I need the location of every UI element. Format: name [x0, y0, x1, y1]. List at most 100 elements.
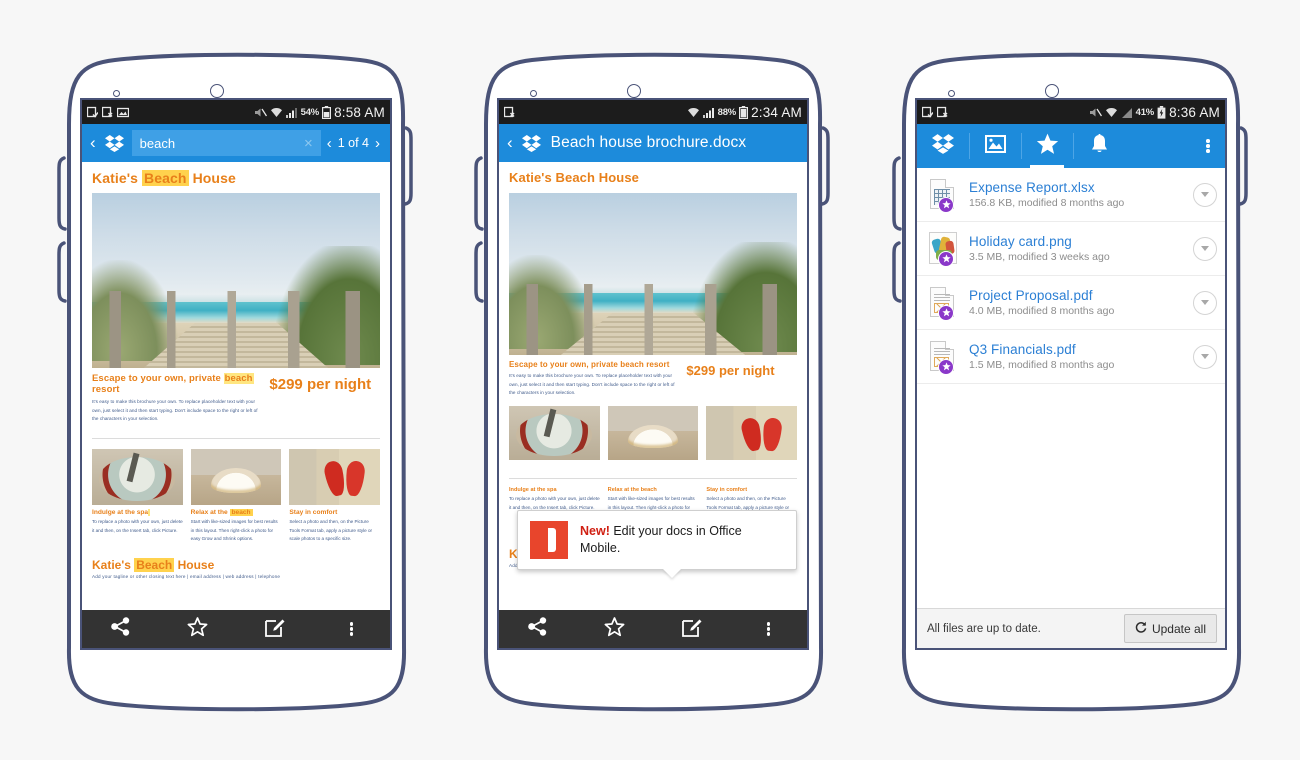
document-page: Katie's Beach House Escape to your own, … — [499, 162, 807, 568]
file-name[interactable]: Expense Report.xlsx — [969, 180, 1193, 195]
file-name[interactable]: Holiday card.png — [969, 234, 1193, 249]
feature-card-heading: Stay in comfort — [706, 487, 748, 494]
battery-icon — [322, 105, 332, 119]
footer-highlight: Beach — [134, 557, 175, 572]
document-viewport[interactable]: Katie's Beach House Escape to your own, … — [82, 162, 390, 610]
favorite-button[interactable] — [576, 616, 653, 642]
signal-icon — [702, 107, 715, 118]
screenshot-stage: 54% 8:58 AM ‹ beach × ‹ 1 of 4 › Katie's… — [0, 0, 1300, 760]
pdf-file-icon — [927, 340, 959, 375]
clock-label: 8:36 AM — [1169, 104, 1220, 120]
mute-icon — [254, 107, 267, 118]
overflow-menu-button[interactable] — [730, 620, 807, 638]
favorite-badge-icon — [938, 304, 954, 321]
back-button[interactable]: ‹ — [88, 133, 101, 153]
feature-card: Relax at the beach Start with like-sized… — [190, 449, 282, 543]
footer-pre: Katie's — [92, 557, 135, 572]
phone-document-preview: 88% 2:34 AM ‹ Beach house brochure.docx … — [472, 28, 832, 728]
tab-notifications[interactable] — [1073, 124, 1125, 168]
edit-button[interactable] — [653, 617, 730, 642]
table-row[interactable]: Holiday card.png 3.5 MB, modified 3 week… — [917, 222, 1225, 276]
flip-flops-photo — [706, 406, 798, 461]
sync-status-label: All files are up to date. — [927, 622, 1041, 635]
document-subheading: Escape to your own, private beach resort — [92, 373, 263, 395]
feature-photos — [509, 406, 798, 461]
feature-card-heading: Stay in comfort — [289, 509, 380, 516]
sync-status-bar: All files are up to date. Update all — [917, 608, 1225, 648]
feature-cards: Indulge at the spa To replace a photo wi… — [92, 449, 381, 543]
overflow-menu-button[interactable] — [313, 620, 390, 638]
spa-bowl-photo — [92, 449, 183, 506]
spa-bowl-photo — [509, 406, 600, 461]
tab-files[interactable] — [917, 124, 969, 168]
previous-result-button[interactable]: ‹ — [327, 135, 332, 152]
document-body-text: It's easy to make this brochure your own… — [92, 399, 258, 422]
search-input[interactable]: beach × — [131, 130, 321, 156]
tab-bar-spacer — [1125, 124, 1191, 168]
back-button[interactable]: ‹ — [505, 133, 518, 153]
earpiece-icon — [627, 84, 641, 98]
office-mobile-tooltip[interactable]: New! Edit your docs in Office Mobile. — [517, 510, 797, 570]
row-options-button[interactable] — [1193, 182, 1217, 207]
subheading-post: resort — [92, 384, 120, 395]
row-options-button[interactable] — [1193, 344, 1217, 369]
android-status-bar: 41% 8:36 AM — [917, 100, 1225, 124]
next-result-button[interactable]: › — [375, 135, 380, 152]
heading-pre: Indulge at the spa — [92, 509, 149, 517]
table-row[interactable]: Expense Report.xlsx 156.8 KB, modified 8… — [917, 168, 1225, 222]
search-app-bar: ‹ beach × ‹ 1 of 4 › — [82, 124, 390, 162]
overflow-menu-icon — [766, 620, 771, 638]
battery-percent-label: 41% — [1135, 106, 1155, 118]
row-options-button[interactable] — [1193, 236, 1217, 261]
tab-favorites[interactable] — [1021, 124, 1073, 168]
file-name[interactable]: Q3 Financials.pdf — [969, 342, 1193, 357]
price-label: $299 per night — [269, 376, 372, 393]
document-subheading: Escape to your own, private beach resort — [509, 360, 670, 369]
phone-favorites-list: 41% 8:36 AM Expense Report.xlsx 156.8 KB… — [890, 28, 1250, 728]
update-all-button[interactable]: Update all — [1123, 614, 1217, 643]
signal-icon — [1121, 107, 1133, 118]
favorite-badge-icon — [938, 358, 954, 375]
phone-search-result: 54% 8:58 AM ‹ beach × ‹ 1 of 4 › Katie's… — [55, 28, 415, 728]
table-row[interactable]: Q3 Financials.pdf 1.5 MB, modified 8 mon… — [917, 330, 1225, 384]
tooltip-badge: New! — [580, 524, 610, 538]
dropbox-logo-icon[interactable] — [101, 134, 128, 152]
favorites-file-list[interactable]: Expense Report.xlsx 156.8 KB, modified 8… — [917, 168, 1225, 608]
file-name[interactable]: Project Proposal.pdf — [969, 288, 1193, 303]
dropbox-logo-icon[interactable] — [518, 134, 545, 152]
document-title-pre: Katie's — [92, 170, 143, 186]
clear-search-icon[interactable]: × — [304, 136, 313, 151]
front-camera-icon — [113, 90, 120, 97]
document-viewport[interactable]: Katie's Beach House Escape to your own, … — [499, 162, 807, 610]
feature-photo — [607, 406, 699, 461]
png-thumbnail-icon — [927, 231, 959, 267]
share-button[interactable] — [499, 617, 576, 641]
share-button[interactable] — [82, 617, 159, 641]
battery-charging-icon — [1157, 105, 1166, 119]
table-row[interactable]: Project Proposal.pdf 4.0 MB, modified 8 … — [917, 276, 1225, 330]
signal-icon — [285, 107, 298, 118]
row-options-button[interactable] — [1193, 290, 1217, 315]
file-meta: 3.5 MB, modified 3 weeks ago — [969, 251, 1110, 263]
document-action-bar — [82, 610, 390, 648]
subheading-highlight: beach — [223, 373, 254, 384]
star-icon — [604, 616, 625, 642]
feature-card-body: Select a photo and then, on the Picture … — [289, 519, 373, 542]
feature-card-body: Start with like-sized images for best re… — [190, 519, 278, 542]
search-query-value[interactable]: beach — [140, 136, 304, 151]
edit-button[interactable] — [236, 617, 313, 642]
overflow-menu-button[interactable] — [1191, 124, 1225, 168]
divider — [509, 478, 797, 480]
battery-percent-label: 88% — [717, 106, 737, 118]
phone-screen: 88% 2:34 AM ‹ Beach house brochure.docx … — [497, 98, 809, 650]
android-status-bar: 54% 8:58 AM — [82, 100, 390, 124]
footer-title: Katie's Beach House — [92, 557, 380, 572]
front-camera-icon — [948, 90, 955, 97]
flip-flops-photo — [289, 449, 381, 506]
footer-tagline: Add your tagline or other closing text h… — [92, 573, 281, 579]
favorite-button[interactable] — [159, 616, 236, 642]
office-logo-icon — [530, 521, 568, 559]
tab-photos[interactable] — [969, 124, 1021, 168]
document-action-bar — [499, 610, 807, 648]
phone-screen: 41% 8:36 AM Expense Report.xlsx 156.8 KB… — [915, 98, 1227, 650]
